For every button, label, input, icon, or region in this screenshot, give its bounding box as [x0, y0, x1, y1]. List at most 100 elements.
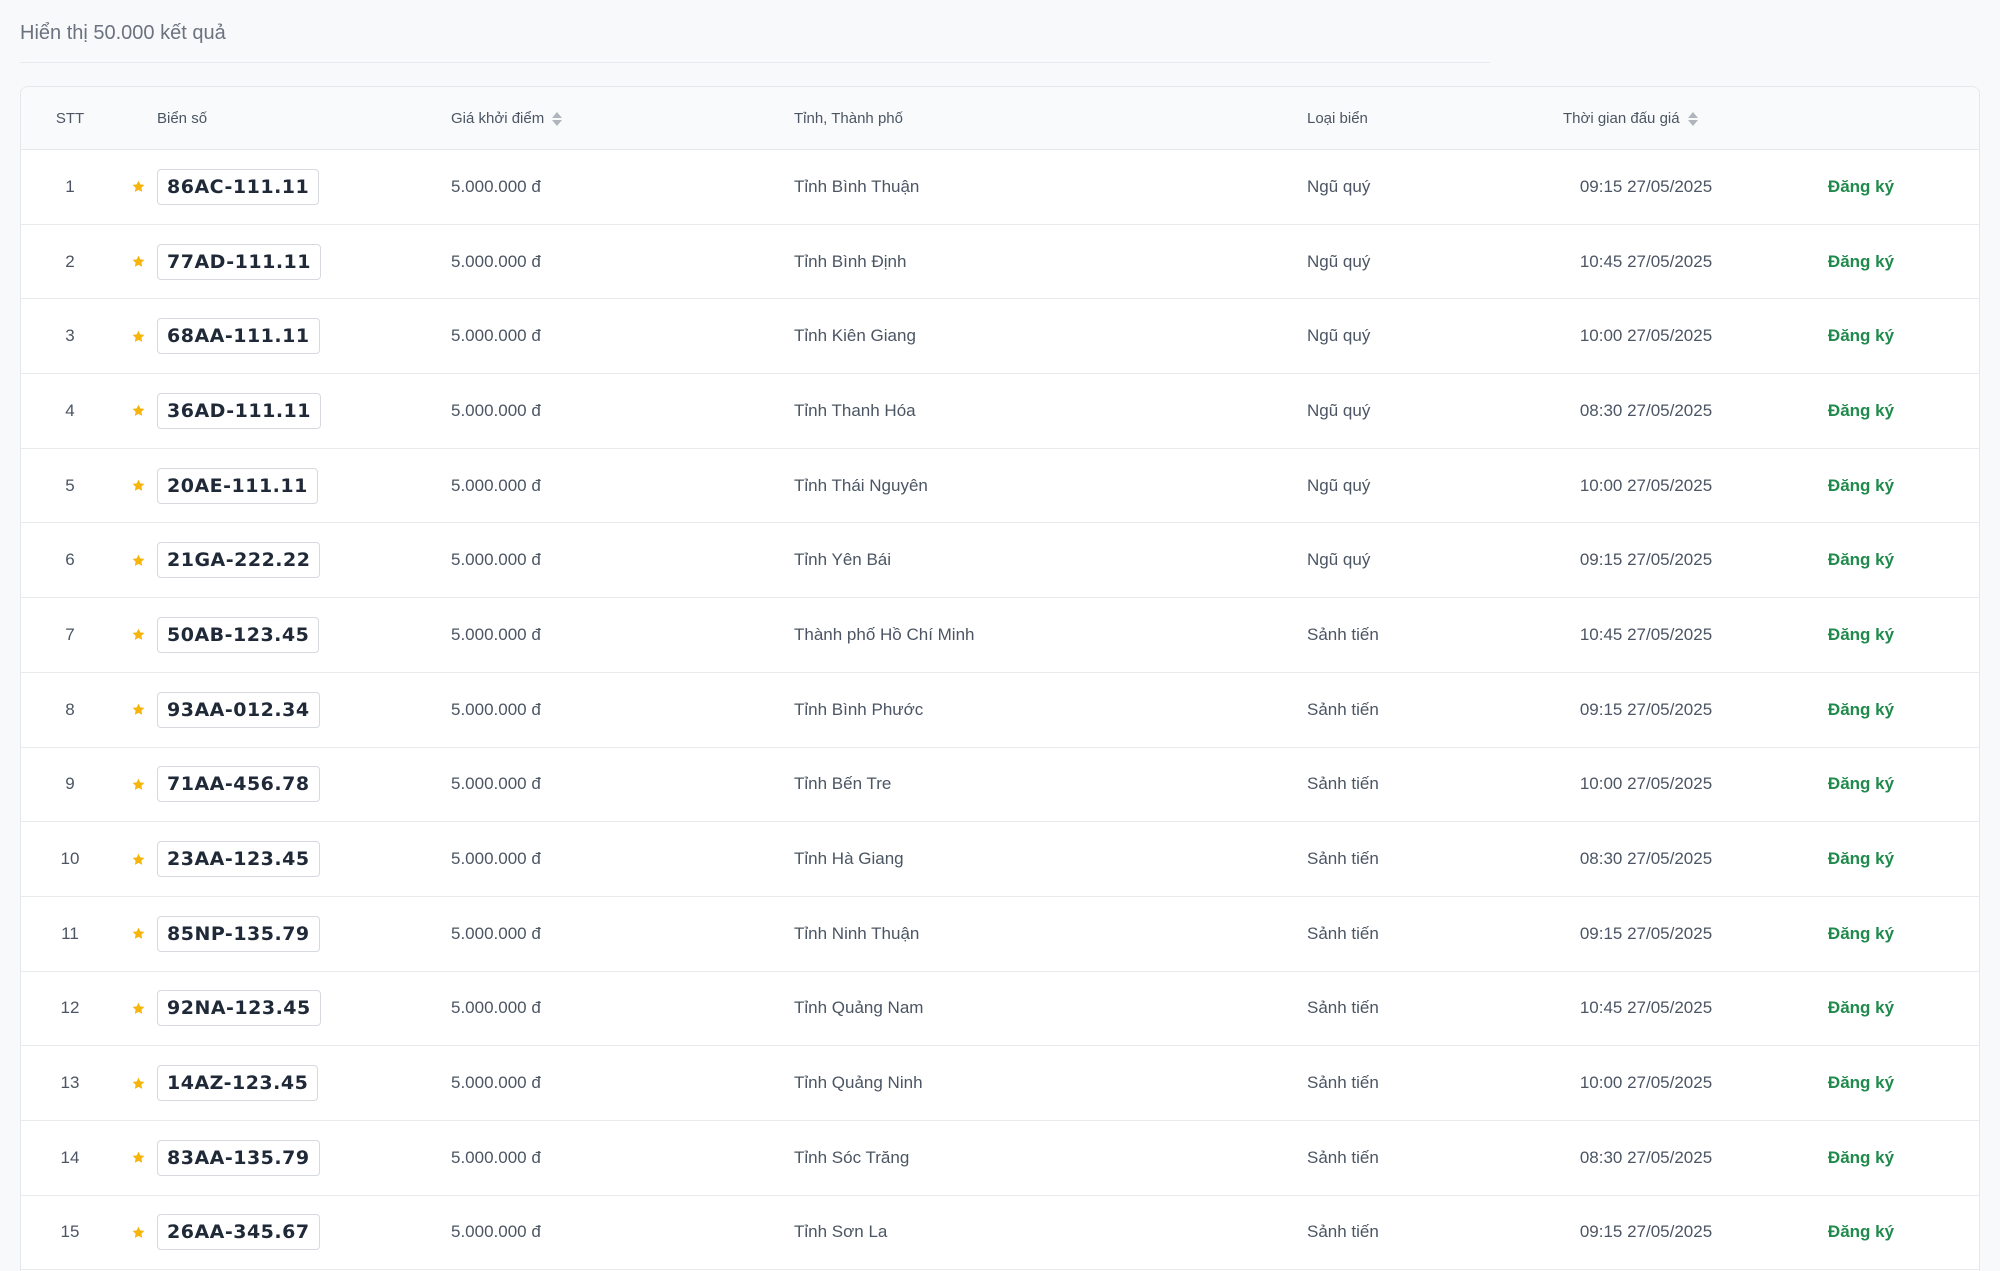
plate-number: 93AA-012.34	[157, 691, 320, 728]
register-link[interactable]: Đăng ký	[1828, 401, 1894, 421]
star-icon[interactable]	[123, 225, 153, 299]
row-stt: 11	[61, 923, 79, 943]
action-cell: Đăng ký	[1791, 822, 1931, 896]
plate-type: Ngũ quý	[1307, 400, 1371, 420]
province: Tỉnh Sóc Trăng	[794, 1147, 910, 1167]
register-link[interactable]: Đăng ký	[1828, 774, 1894, 794]
table-header: STT Biển số Giá khởi điểm Tỉnh, Thành ph…	[21, 87, 1979, 150]
plate-cell: 92NA-123.45	[157, 972, 321, 1046]
table-row: 3 68AA-111.11 5.000.000 đ Tỉnh Kiên Gian…	[21, 299, 1979, 375]
plate-number: 68AA-111.11	[157, 318, 320, 355]
register-link[interactable]: Đăng ký	[1828, 550, 1894, 570]
plate-cell: 86AC-111.11	[157, 150, 320, 224]
plate-number: 71AA-456.78	[157, 766, 320, 803]
star-icon[interactable]	[123, 972, 153, 1046]
plate-cell: 23AA-123.45	[157, 822, 320, 896]
star-icon	[132, 1151, 144, 1164]
star-icon[interactable]	[123, 673, 153, 747]
register-link[interactable]: Đăng ký	[1828, 998, 1894, 1018]
action-cell: Đăng ký	[1791, 150, 1931, 224]
plate-number: 36AD-111.11	[157, 392, 321, 429]
register-link[interactable]: Đăng ký	[1828, 476, 1894, 496]
auction-time: 08:30 27/05/2025	[1579, 849, 1713, 869]
table-row: 1 86AC-111.11 5.000.000 đ Tỉnh Bình Thuậ…	[21, 150, 1979, 225]
plate-type: Sảnh tiến	[1307, 923, 1379, 943]
star-icon	[132, 927, 144, 940]
province: Tỉnh Hà Giang	[794, 849, 904, 869]
star-icon	[132, 330, 144, 342]
start-price: 5.000.000 đ	[451, 1222, 541, 1242]
register-link[interactable]: Đăng ký	[1828, 924, 1894, 944]
star-icon[interactable]	[123, 374, 153, 448]
page: Hiển thị 50.000 kết quả STT Biển số Giá …	[0, 0, 2000, 1271]
register-link[interactable]: Đăng ký	[1828, 1148, 1894, 1168]
star-icon	[132, 853, 144, 865]
table-row: 5 20AE-111.11 5.000.000 đ Tỉnh Thái Nguy…	[21, 449, 1979, 524]
start-price: 5.000.000 đ	[451, 400, 541, 420]
star-icon	[132, 554, 144, 566]
action-cell: Đăng ký	[1791, 523, 1931, 597]
auction-time: 10:00 27/05/2025	[1579, 326, 1713, 346]
star-icon[interactable]	[123, 748, 153, 822]
star-icon[interactable]	[123, 1196, 153, 1270]
star-icon[interactable]	[123, 1121, 153, 1195]
plate-number: 77AD-111.11	[157, 243, 321, 280]
action-cell: Đăng ký	[1791, 972, 1931, 1046]
register-link[interactable]: Đăng ký	[1828, 1073, 1894, 1093]
register-link[interactable]: Đăng ký	[1828, 625, 1894, 645]
star-icon[interactable]	[123, 449, 153, 523]
star-icon[interactable]	[123, 897, 153, 971]
plate-number: 14AZ-123.45	[157, 1065, 319, 1102]
register-link[interactable]: Đăng ký	[1828, 700, 1894, 720]
star-icon[interactable]	[123, 822, 153, 896]
row-stt: 10	[60, 849, 80, 869]
plate-type: Ngũ quý	[1307, 550, 1371, 570]
star-icon[interactable]	[123, 1046, 153, 1120]
register-link[interactable]: Đăng ký	[1828, 326, 1894, 346]
auction-time: 08:30 27/05/2025	[1579, 400, 1713, 420]
table-row: 7 50AB-123.45 5.000.000 đ Thành phố Hồ C…	[21, 598, 1979, 673]
province: Tỉnh Sơn La	[794, 1222, 888, 1242]
plate-cell: 20AE-111.11	[157, 449, 318, 523]
sort-icon[interactable]	[1687, 111, 1698, 126]
plate-cell: 36AD-111.11	[157, 374, 321, 448]
plate-number: 92NA-123.45	[157, 990, 321, 1027]
star-icon[interactable]	[123, 523, 153, 597]
row-stt: 4	[65, 400, 75, 420]
header-type: Loại biển	[1307, 110, 1368, 127]
sort-icon[interactable]	[552, 111, 563, 126]
auction-time: 10:45 27/05/2025	[1579, 998, 1713, 1018]
province: Tỉnh Bến Tre	[794, 774, 892, 794]
plate-type: Ngũ quý	[1307, 475, 1371, 495]
province: Thành phố Hồ Chí Minh	[794, 624, 975, 644]
auction-table: STT Biển số Giá khởi điểm Tỉnh, Thành ph…	[20, 86, 1980, 1271]
row-stt: 5	[65, 475, 75, 495]
register-link[interactable]: Đăng ký	[1828, 1222, 1894, 1242]
action-cell: Đăng ký	[1791, 673, 1931, 747]
province: Tỉnh Thanh Hóa	[794, 400, 916, 420]
star-icon	[132, 404, 144, 417]
auction-time: 09:15 27/05/2025	[1579, 176, 1713, 196]
header-price-label: Giá khởi điểm	[451, 110, 545, 127]
register-link[interactable]: Đăng ký	[1828, 252, 1894, 272]
plate-type: Sảnh tiến	[1307, 998, 1379, 1018]
header-time-sortable[interactable]: Thời gian đấu giá	[1563, 87, 1698, 150]
row-stt: 8	[65, 699, 75, 719]
plate-cell: 50AB-123.45	[157, 598, 320, 672]
star-icon[interactable]	[123, 150, 153, 224]
action-cell: Đăng ký	[1791, 748, 1931, 822]
star-icon[interactable]	[123, 598, 153, 672]
table-row: 14 83AA-135.79 5.000.000 đ Tỉnh Sóc Trăn…	[21, 1121, 1979, 1196]
header-time-label: Thời gian đấu giá	[1563, 110, 1680, 127]
action-cell: Đăng ký	[1791, 1046, 1931, 1120]
header-price-sortable[interactable]: Giá khởi điểm	[451, 87, 563, 150]
star-icon[interactable]	[123, 299, 153, 373]
register-link[interactable]: Đăng ký	[1828, 849, 1894, 869]
row-stt: 9	[65, 774, 75, 794]
start-price: 5.000.000 đ	[451, 624, 541, 644]
start-price: 5.000.000 đ	[451, 475, 541, 495]
header-plate: Biển số	[157, 110, 208, 127]
register-link[interactable]: Đăng ký	[1828, 177, 1894, 197]
plate-type: Ngũ quý	[1307, 176, 1371, 196]
province: Tỉnh Bình Phước	[794, 699, 924, 719]
